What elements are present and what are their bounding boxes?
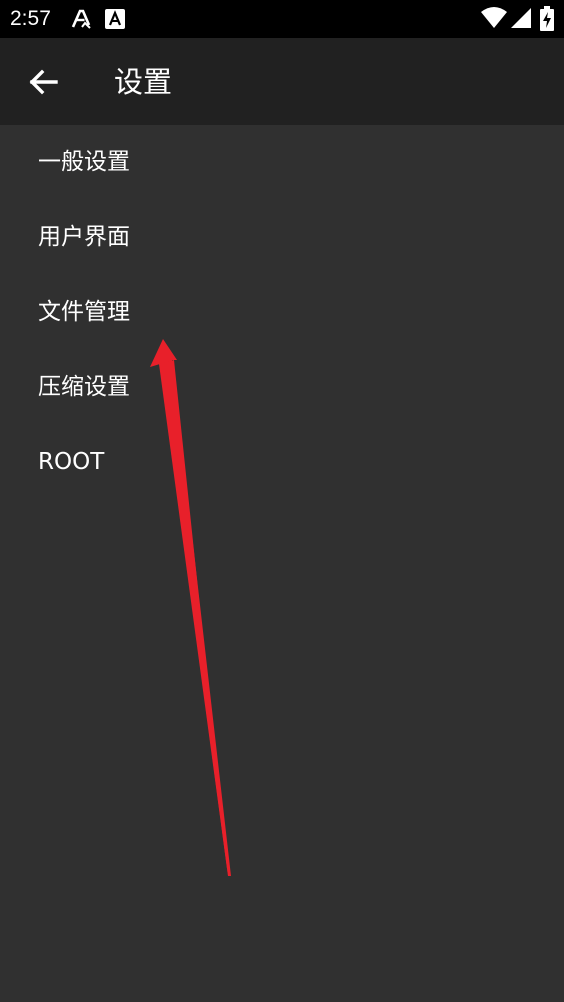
status-bar: 2:57	[0, 0, 564, 38]
arrow-back-icon	[18, 69, 68, 110]
settings-item-label: 一般设置	[38, 149, 130, 175]
settings-item-label: 压缩设置	[38, 374, 130, 400]
wifi-icon	[480, 6, 508, 34]
settings-list: 一般设置 用户界面 文件管理 压缩设置 ROOT	[0, 125, 564, 500]
settings-item-root[interactable]: ROOT	[0, 425, 564, 500]
status-time: 2:57	[10, 7, 51, 30]
settings-item-file-management[interactable]: 文件管理	[0, 275, 564, 350]
settings-item-label: ROOT	[38, 449, 105, 475]
font-a-icon	[70, 8, 92, 34]
font-app-icon	[104, 8, 126, 34]
app-bar: 设置	[0, 38, 564, 125]
settings-item-general[interactable]: 一般设置	[0, 125, 564, 200]
page-title: 设置	[114, 65, 173, 99]
battery-charging-icon	[540, 6, 554, 36]
back-button[interactable]	[18, 58, 68, 106]
settings-screen: 2:57 设置 一般设置 用户界面 文件管理 压缩设置 ROOT	[0, 0, 564, 1002]
settings-item-user-interface[interactable]: 用户界面	[0, 200, 564, 275]
settings-item-compression[interactable]: 压缩设置	[0, 350, 564, 425]
settings-item-label: 文件管理	[38, 299, 130, 325]
signal-icon	[510, 6, 532, 34]
settings-item-label: 用户界面	[38, 224, 130, 250]
